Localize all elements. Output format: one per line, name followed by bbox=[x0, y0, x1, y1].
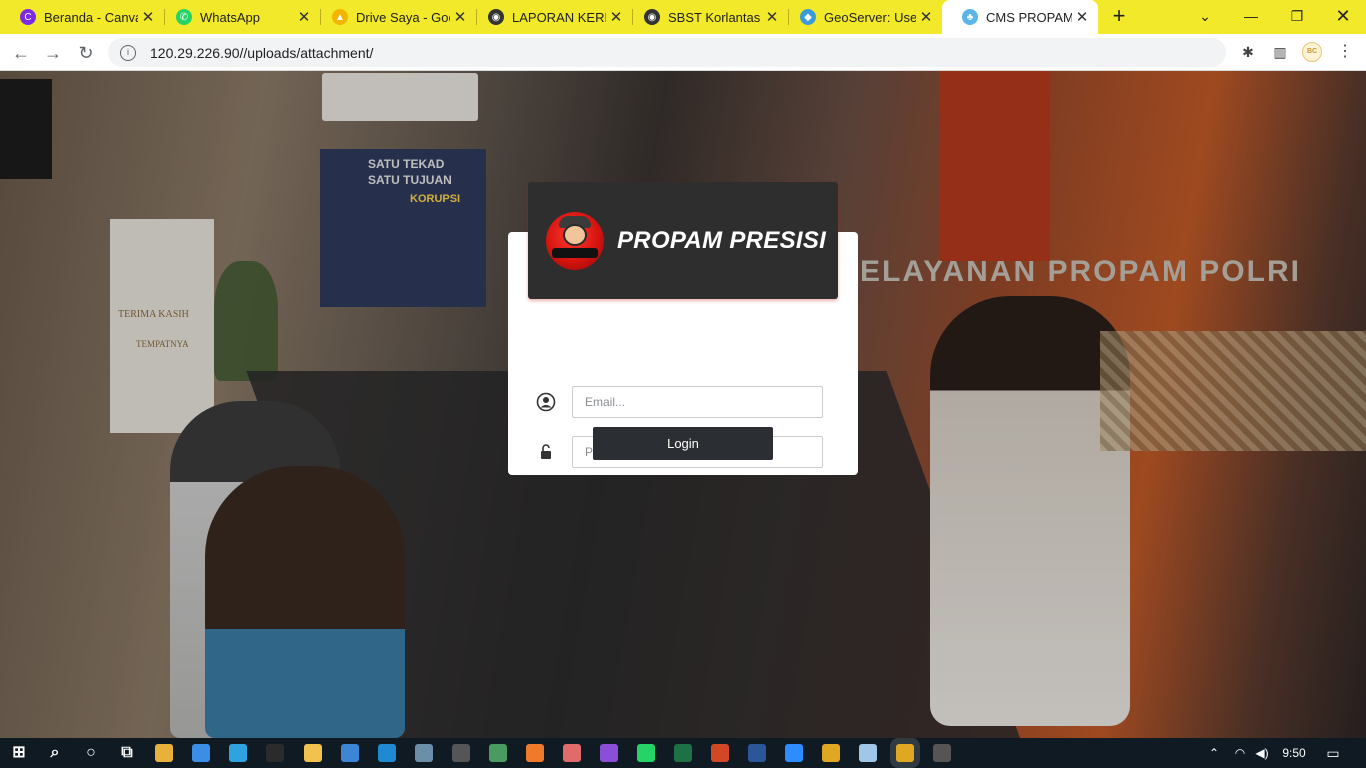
terminal-icon[interactable] bbox=[266, 744, 284, 762]
zoom-icon[interactable] bbox=[785, 744, 803, 762]
unlock-icon bbox=[536, 442, 556, 462]
cms-icon: ♣ bbox=[962, 9, 978, 25]
tab-title: Beranda - Canva bbox=[44, 9, 138, 25]
word-icon[interactable] bbox=[748, 744, 766, 762]
chrome-icon[interactable] bbox=[822, 744, 840, 762]
tab-title: WhatsApp bbox=[200, 9, 260, 25]
menu-icon[interactable]: ⋮ bbox=[1335, 42, 1355, 62]
excel-icon[interactable] bbox=[674, 744, 692, 762]
tab-title: GeoServer: User I bbox=[824, 9, 916, 25]
tab-sbst-korlantas[interactable]: ◉ SBST Korlantas Po ✕ bbox=[624, 0, 788, 34]
cortana-icon[interactable]: ○ bbox=[82, 744, 100, 762]
forward-icon[interactable]: → bbox=[40, 40, 66, 66]
visual-studio-icon[interactable] bbox=[600, 744, 618, 762]
tab-google-drive[interactable]: ▲ Drive Saya - Goo ✕ bbox=[312, 0, 476, 34]
pen-icon[interactable] bbox=[933, 744, 951, 762]
close-icon[interactable]: ✕ bbox=[762, 8, 782, 26]
side-panel-icon[interactable]: ▥ bbox=[1270, 42, 1290, 62]
close-icon[interactable]: ✕ bbox=[450, 8, 470, 26]
windows-taskbar: ⊞ ⌕ ○ ⧉ ⌃ ◠ ◀) 9:50 ▭ bbox=[0, 738, 1366, 768]
reload-icon[interactable]: ↻ bbox=[73, 40, 99, 66]
clock[interactable]: 9:50 bbox=[1278, 738, 1310, 768]
back-icon[interactable]: ← bbox=[8, 40, 34, 66]
close-icon[interactable]: ✕ bbox=[606, 8, 626, 26]
url-text: 120.29.226.90//uploads/attachment/ bbox=[150, 44, 374, 61]
close-icon[interactable]: ✕ bbox=[916, 8, 936, 26]
profile-avatar[interactable]: BC bbox=[1302, 42, 1322, 62]
close-icon[interactable]: ✕ bbox=[294, 8, 314, 26]
canva-icon: C bbox=[20, 9, 36, 25]
start-icon[interactable]: ⊞ bbox=[10, 744, 28, 762]
tab-geoserver[interactable]: ◆ GeoServer: User I ✕ bbox=[780, 0, 942, 34]
control-panel-icon[interactable] bbox=[341, 744, 359, 762]
chrome-icon-active[interactable] bbox=[896, 744, 914, 762]
xampp-icon[interactable] bbox=[526, 744, 544, 762]
brand-title: PROPAM PRESISI bbox=[617, 226, 827, 254]
close-icon[interactable]: ✕ bbox=[1072, 8, 1092, 26]
email-field[interactable] bbox=[572, 386, 823, 418]
tab-cms-propam[interactable]: ♣ CMS PROPAM ✕ bbox=[942, 0, 1098, 34]
volume-icon[interactable]: ◀) bbox=[1252, 738, 1272, 768]
tab-title: SBST Korlantas Po bbox=[668, 9, 762, 25]
close-icon[interactable]: ✕ bbox=[138, 8, 158, 26]
globe-icon: ◉ bbox=[644, 9, 660, 25]
address-bar[interactable]: i 120.29.226.90//uploads/attachment/ bbox=[108, 38, 1226, 67]
powerpoint-icon[interactable] bbox=[711, 744, 729, 762]
browser-toolbar: ← → ↻ i 120.29.226.90//uploads/attachmen… bbox=[0, 34, 1366, 71]
vscode-icon[interactable] bbox=[378, 744, 396, 762]
paint-icon[interactable] bbox=[489, 744, 507, 762]
tab-canva[interactable]: C Beranda - Canva ✕ bbox=[0, 0, 164, 34]
calculator-icon[interactable] bbox=[452, 744, 470, 762]
tab-title: Drive Saya - Goo bbox=[356, 9, 450, 25]
store-icon[interactable] bbox=[155, 744, 173, 762]
extensions-icon[interactable]: ✱ bbox=[1238, 42, 1258, 62]
propam-logo bbox=[546, 211, 604, 270]
email-row bbox=[536, 386, 826, 418]
globe-icon: ◉ bbox=[488, 9, 504, 25]
search-icon[interactable]: ⌕ bbox=[46, 744, 64, 762]
tab-title: CMS PROPAM bbox=[986, 9, 1072, 25]
close-window-icon[interactable]: ✕ bbox=[1320, 0, 1366, 34]
restore-icon[interactable]: ❐ bbox=[1274, 0, 1320, 34]
tab-search-icon[interactable]: ⌄ bbox=[1182, 0, 1228, 34]
login-header: PROPAM PRESISI bbox=[528, 182, 838, 299]
edge-icon[interactable] bbox=[229, 744, 247, 762]
geoserver-icon: ◆ bbox=[800, 9, 816, 25]
new-tab-button[interactable]: + bbox=[1106, 4, 1132, 30]
login-button[interactable]: Login bbox=[593, 427, 773, 460]
snipping-icon[interactable] bbox=[563, 744, 581, 762]
user-circle-icon bbox=[536, 392, 556, 412]
minimize-icon[interactable]: — bbox=[1228, 0, 1274, 34]
site-info-icon[interactable]: i bbox=[120, 44, 136, 61]
wifi-icon[interactable]: ◠ bbox=[1230, 738, 1250, 768]
tab-title: LAPORAN KEREN bbox=[512, 9, 606, 25]
tab-strip: C Beranda - Canva ✕ ✆ WhatsApp ✕ ▲ Drive… bbox=[0, 0, 1366, 34]
task-view-icon[interactable]: ⧉ bbox=[118, 744, 136, 762]
tray-chevron-icon[interactable]: ⌃ bbox=[1204, 738, 1224, 768]
whatsapp-icon[interactable] bbox=[637, 744, 655, 762]
mail-icon[interactable] bbox=[192, 744, 210, 762]
tab-laporan[interactable]: ◉ LAPORAN KEREN ✕ bbox=[468, 0, 632, 34]
tab-whatsapp[interactable]: ✆ WhatsApp ✕ bbox=[156, 0, 320, 34]
file-explorer-icon[interactable] bbox=[304, 744, 322, 762]
notepad-icon[interactable] bbox=[859, 744, 877, 762]
google-drive-icon: ▲ bbox=[332, 9, 348, 25]
photos-icon[interactable] bbox=[415, 744, 433, 762]
notification-icon[interactable]: ▭ bbox=[1322, 738, 1344, 768]
whatsapp-icon: ✆ bbox=[176, 9, 192, 25]
